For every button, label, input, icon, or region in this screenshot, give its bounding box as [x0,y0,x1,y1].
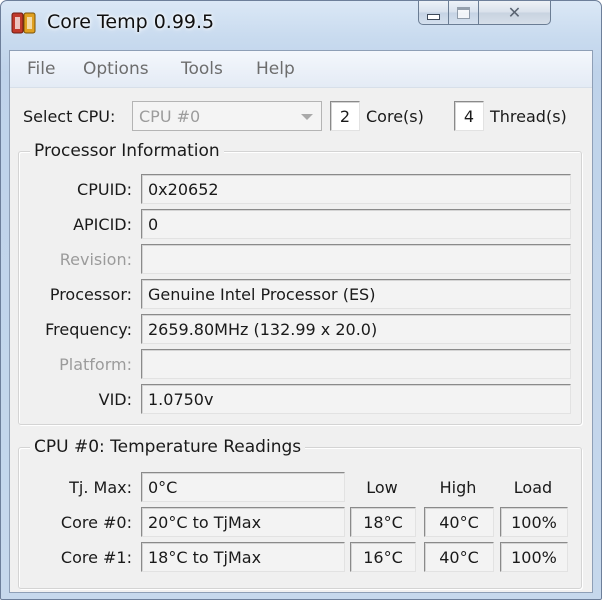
tjmax-label: Tj. Max: [69,478,132,497]
menu-options[interactable]: Options [83,59,149,79]
processor-field: Genuine Intel Processor (ES) [141,279,571,309]
apicid-value: 0 [148,215,159,234]
core1-range-value: 18°C to TjMax [148,548,262,567]
high-header: High [439,478,477,497]
processor-info-title: Processor Information [30,141,224,161]
core1-low-value: 16°C [363,548,403,567]
apicid-field: 0 [141,209,571,239]
minimize-icon [427,14,440,20]
menu-file[interactable]: File [27,59,55,79]
maximize-button[interactable] [449,1,479,25]
core0-load-value: 100% [511,513,557,532]
maximize-icon [457,6,470,19]
core1-high-field: 40°C [424,542,494,572]
cores-count: 2 [339,107,351,126]
cpuid-field: 0x20652 [141,174,571,204]
dropdown-arrow-icon [301,114,313,120]
threads-count-box: 4 [454,101,484,131]
close-button[interactable]: ✕ [479,1,551,25]
cpuid-value: 0x20652 [148,180,219,199]
cpuid-label: CPUID: [77,180,132,199]
low-header: Low [366,478,398,497]
threads-count: 4 [463,107,475,126]
menu-bar: File Options Tools Help [10,51,592,88]
apicid-label: APICID: [73,215,132,234]
core0-range-value: 20°C to TjMax [148,513,262,532]
platform-field [141,349,571,379]
core0-label: Core #0: [60,513,132,532]
cores-count-box: 2 [330,101,360,131]
core1-high-value: 40°C [439,548,479,567]
close-icon: ✕ [507,3,522,22]
vid-value: 1.0750v [148,390,214,409]
cores-label: Core(s) [366,107,424,126]
core-temp-app-icon [11,11,37,35]
core0-high-field: 40°C [424,507,494,537]
frequency-value: 2659.80MHz (132.99 x 20.0) [148,320,378,339]
processor-label: Processor: [49,285,132,304]
core1-load-value: 100% [511,548,557,567]
core1-label: Core #1: [60,548,132,567]
threads-label: Thread(s) [490,107,567,126]
frequency-label: Frequency: [45,320,132,339]
tjmax-value: 0°C [148,478,178,497]
revision-label: Revision: [59,250,132,269]
title-bar[interactable]: Core Temp 0.99.5 ✕ [1,1,601,51]
core0-high-value: 40°C [439,513,479,532]
core0-range-field: 20°C to TjMax [141,507,345,537]
core-temp-window: Core Temp 0.99.5 ✕ File Options Tools He… [0,0,602,600]
select-cpu-label: Select CPU: [23,107,116,126]
core0-low-value: 18°C [363,513,403,532]
temperature-readings-title: CPU #0: Temperature Readings [30,437,306,457]
vid-label: VID: [98,390,132,409]
cpu-select-value: CPU #0 [139,107,201,126]
core0-load-field: 100% [500,507,568,537]
load-header: Load [513,478,553,497]
caption-buttons: ✕ [418,1,551,27]
core1-range-field: 18°C to TjMax [141,542,345,572]
tjmax-field: 0°C [141,472,345,502]
client-area: File Options Tools Help Select CPU: CPU … [9,50,593,593]
revision-field [141,244,571,274]
menu-help[interactable]: Help [256,59,295,79]
core1-load-field: 100% [500,542,568,572]
platform-label: Platform: [59,355,132,374]
processor-value: Genuine Intel Processor (ES) [148,285,376,304]
frequency-field: 2659.80MHz (132.99 x 20.0) [141,314,571,344]
menu-tools[interactable]: Tools [181,59,223,79]
cpu-select-dropdown[interactable]: CPU #0 [132,101,322,131]
core0-low-field: 18°C [350,507,416,537]
vid-field: 1.0750v [141,384,571,414]
core1-low-field: 16°C [350,542,416,572]
minimize-button[interactable] [418,1,449,25]
window-title: Core Temp 0.99.5 [47,11,215,33]
